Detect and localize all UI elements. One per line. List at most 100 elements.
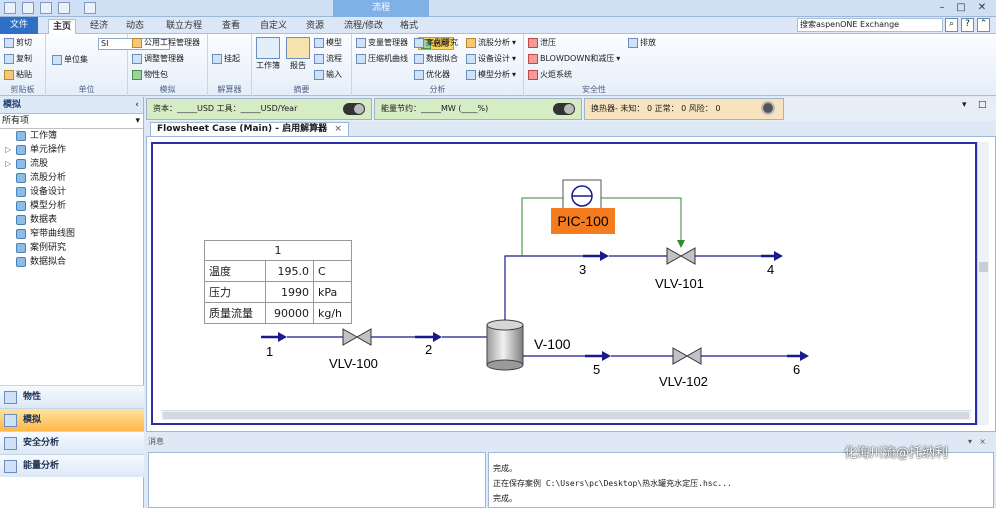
blowdown-button[interactable]: BLOWDOWN和减压 ▾ <box>528 53 620 64</box>
tab-resources[interactable]: 资源 <box>302 19 328 34</box>
utility-manager-button[interactable]: 公用工程管理器 <box>132 37 200 48</box>
data-fit-button[interactable]: 数据拟合 <box>414 53 458 64</box>
energy-toggle[interactable] <box>553 103 575 115</box>
emission-button[interactable]: 排放 <box>628 37 656 48</box>
stream-label-3[interactable]: 3 <box>579 262 586 277</box>
tree-item-unit-ops[interactable]: ▷ 单元操作 <box>0 143 143 157</box>
flowsheet-button[interactable]: 流程 <box>314 53 342 64</box>
valve-label-vlv-102[interactable]: VLV-102 <box>659 374 708 389</box>
tab-file[interactable]: 文件 <box>0 17 38 34</box>
capital-toggle[interactable] <box>343 103 365 115</box>
stream-label-2[interactable]: 2 <box>425 342 432 357</box>
add-tab-button[interactable]: + <box>316 121 325 135</box>
tree-item-strip-charts[interactable]: 窄带曲线图 <box>0 227 143 241</box>
tab-view[interactable]: 查看 <box>218 19 244 34</box>
expand-icon[interactable]: ▷ <box>5 157 11 171</box>
valve-vlv-102[interactable] <box>672 347 702 365</box>
flare-system-button[interactable]: 火炬系统 <box>528 69 572 80</box>
search-icon[interactable]: ⌕ <box>945 18 958 32</box>
redo-icon[interactable] <box>58 2 70 14</box>
adjust-manager-button[interactable]: 调整管理器 <box>132 53 184 64</box>
undo-icon[interactable] <box>40 2 52 14</box>
scrollbar-thumb[interactable] <box>979 262 988 272</box>
valve-label-vlv-100[interactable]: VLV-100 <box>329 356 378 371</box>
nav-properties[interactable]: 物性 <box>0 385 144 408</box>
copy-button[interactable]: 复制 <box>4 53 32 64</box>
input-button[interactable]: 输入 <box>314 69 342 80</box>
folder-icon[interactable] <box>84 2 96 14</box>
case-study-button[interactable]: 案例研究 <box>414 37 458 48</box>
gear-icon[interactable] <box>761 101 775 115</box>
tab-format[interactable]: 格式 <box>396 19 422 34</box>
tab-dynamics[interactable]: 动态 <box>122 19 148 34</box>
close-icon[interactable]: × <box>979 436 986 448</box>
minimize-button[interactable]: – <box>934 1 950 15</box>
tree-item-streams[interactable]: ▷ 流股 <box>0 157 143 171</box>
vessel-label-v-100[interactable]: V-100 <box>534 336 571 352</box>
group-label: 剪贴板 <box>10 85 35 94</box>
chevron-down-icon[interactable]: ▾ <box>135 114 140 128</box>
flowsheet-canvas[interactable]: 1 VLV-100 2 V-100 3 VLV-101 4 5 VLV-102 … <box>146 136 996 432</box>
tree-item-workbook[interactable]: 工作簿 <box>0 129 143 143</box>
relief-button[interactable]: 泄压 <box>528 37 556 48</box>
expand-icon[interactable]: ▷ <box>5 143 11 157</box>
compressor-curve-button[interactable]: 压缩机曲线 <box>356 53 408 64</box>
tab-equations[interactable]: 联立方程 <box>162 19 206 34</box>
flask-icon <box>4 390 17 404</box>
tab-customize[interactable]: 自定义 <box>256 19 291 34</box>
stream-label-1[interactable]: 1 <box>266 344 273 359</box>
variable-manager-button[interactable]: 变量管理器 <box>356 37 408 48</box>
tree-item-case-studies[interactable]: 案例研究 <box>0 241 143 255</box>
nav-safety-analysis[interactable]: 安全分析 <box>0 431 144 454</box>
close-button[interactable]: ✕ <box>974 1 990 15</box>
valve-label-vlv-101[interactable]: VLV-101 <box>655 276 704 291</box>
vessel-v-100[interactable] <box>486 324 524 366</box>
vertical-scrollbar[interactable] <box>977 142 989 425</box>
chevron-down-icon[interactable]: ▾ <box>962 100 967 110</box>
model-analysis-button[interactable]: 模型分析 ▾ <box>466 69 516 80</box>
valve-vlv-101[interactable] <box>666 247 696 265</box>
property-package-button[interactable]: 物性包 <box>132 69 168 80</box>
optimizer-button[interactable]: 优化器 <box>414 69 450 80</box>
scrollbar-thumb[interactable] <box>163 412 969 419</box>
collapse-icon[interactable]: ‹ <box>135 97 139 113</box>
tree-item-data-fits[interactable]: 数据拟合 <box>0 255 143 269</box>
nav-energy-analysis[interactable]: 能量分析 <box>0 454 144 477</box>
tree-item-data-tables[interactable]: 数据表 <box>0 213 143 227</box>
workbook-button[interactable]: 工作簿 <box>256 37 280 71</box>
valve-vlv-100[interactable] <box>342 328 372 346</box>
stream-table[interactable]: 1 温度 195.0 C 压力 1990 kPa 质量流量 90000 kg/h <box>204 240 352 324</box>
cut-button[interactable]: 剪切 <box>4 37 32 48</box>
maximize-button[interactable]: □ <box>953 1 969 15</box>
equipment-design-button[interactable]: 设备设计 ▾ <box>466 53 516 64</box>
stream-analysis-button[interactable]: 流股分析 ▾ <box>466 37 516 48</box>
search-input[interactable]: 搜索aspenONE Exchange <box>797 18 943 32</box>
tab-economics[interactable]: 经济 <box>86 19 112 34</box>
model-button[interactable]: 模型 <box>314 37 342 48</box>
tree-item-stream-analysis[interactable]: 流股分析 <box>0 171 143 185</box>
paste-button[interactable]: 粘贴 <box>4 69 32 80</box>
controller-label-pic-100[interactable]: PIC-100 <box>557 213 609 229</box>
expand-icon[interactable]: ⌃ <box>977 18 990 32</box>
help-icon[interactable]: ? <box>961 18 974 32</box>
maximize-icon[interactable]: □ <box>978 100 987 110</box>
unit-set-button[interactable]: 单位集 <box>52 54 88 65</box>
tab-flowsheet-modify[interactable]: 流程/修改 <box>340 19 387 34</box>
horizontal-scrollbar[interactable] <box>161 410 971 420</box>
context-tab-flowsheet[interactable]: 流程 <box>333 0 429 17</box>
save-icon[interactable] <box>22 2 34 14</box>
close-icon[interactable]: × <box>334 124 342 134</box>
stream-label-4[interactable]: 4 <box>767 262 774 277</box>
solver-hold-button[interactable]: 挂起 <box>212 53 240 64</box>
nav-simulation[interactable]: 模拟 <box>0 408 144 431</box>
report-button[interactable]: 报告 <box>286 37 310 71</box>
stream-label-6[interactable]: 6 <box>793 362 800 377</box>
pin-icon[interactable]: ▾ <box>968 436 972 448</box>
message-list[interactable] <box>148 452 486 508</box>
tree-item-equipment-design[interactable]: 设备设计 <box>0 185 143 199</box>
equipment-icon <box>466 53 476 64</box>
stream-label-5[interactable]: 5 <box>593 362 600 377</box>
filter-select[interactable]: 所有项 ▾ <box>0 114 143 129</box>
tab-home[interactable]: 主页 <box>48 19 77 34</box>
tree-item-model-analysis[interactable]: 模型分析 <box>0 199 143 213</box>
